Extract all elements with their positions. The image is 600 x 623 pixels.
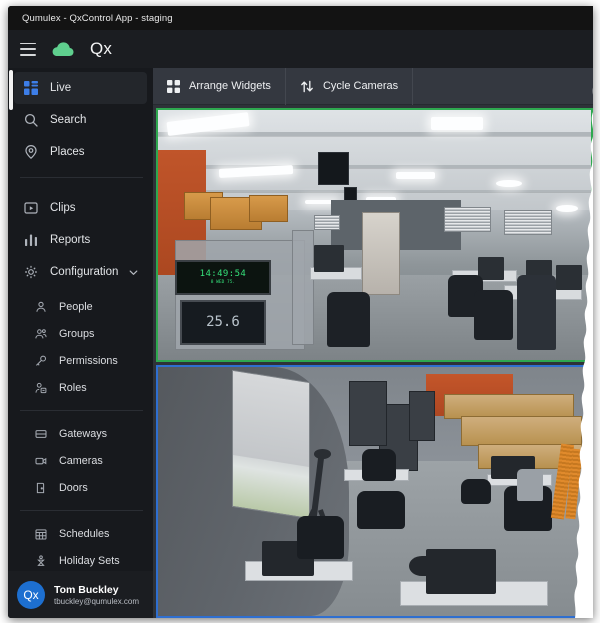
window-titlebar: Qumulex - QxControl App - staging — [8, 6, 593, 30]
sidebar-item-label: Schedules — [59, 527, 110, 540]
swap-arrows-icon — [300, 80, 314, 93]
key-icon — [34, 354, 48, 368]
wall-clock-display: 14:49:54 8 WED 75. — [175, 259, 271, 295]
search-icon — [22, 112, 39, 129]
sidebar-item-label: Live — [50, 82, 72, 94]
widget-toolbar: Arrange Widgets Cycle Cameras — [153, 67, 593, 105]
sidebar-item-search[interactable]: Search — [14, 104, 147, 136]
clip-play-icon — [22, 200, 39, 217]
cloud-icon[interactable] — [52, 41, 74, 57]
sidebar-item-label: Gateways — [59, 427, 108, 440]
sidebar-item-label: Clips — [50, 202, 76, 214]
role-badge-icon — [34, 381, 48, 395]
clock-time: 14:49:54 — [199, 269, 247, 280]
sidebar-item-live[interactable]: Live — [14, 72, 147, 104]
sidebar-item-label: Roles — [59, 381, 87, 394]
sidebar-item-reports[interactable]: Reports — [14, 224, 147, 256]
holiday-tree-icon — [34, 554, 48, 568]
window-title: Qumulex - QxControl App - staging — [22, 12, 173, 24]
sidebar-item-holiday-sets[interactable]: Holiday Sets — [28, 547, 147, 571]
sidebar-item-gateways[interactable]: Gateways — [28, 420, 147, 447]
camera-video-office-fisheye — [158, 366, 591, 616]
sidebar-item-places[interactable]: Places — [14, 136, 147, 168]
hamburger-menu-icon[interactable] — [20, 42, 36, 56]
sidebar-item-roles[interactable]: Roles — [28, 374, 147, 401]
body-split: Live Search Places Clips Reports Configu… — [8, 67, 593, 618]
sidebar-item-label: Permissions — [59, 354, 118, 367]
secondary-display-value: 25.6 — [206, 314, 240, 331]
arrange-widgets-label: Arrange Widgets — [189, 80, 271, 92]
sidebar-item-groups[interactable]: Groups — [28, 320, 147, 347]
app-header: Qx — [8, 30, 593, 68]
sidebar-item-configuration[interactable]: Configuration — [14, 256, 147, 288]
bar-chart-icon — [22, 232, 39, 249]
cycle-cameras-button[interactable]: Cycle Cameras — [286, 67, 414, 105]
gateway-icon — [34, 427, 48, 441]
sidebar-item-people[interactable]: People — [28, 293, 147, 320]
video-camera-icon — [34, 454, 48, 468]
cycle-cameras-label: Cycle Cameras — [322, 80, 399, 92]
sidebar-item-label: Search — [50, 114, 87, 126]
sidebar-item-label: Groups — [59, 327, 95, 340]
user-name: Tom Buckley — [54, 583, 119, 596]
user-profile[interactable]: Qx Tom Buckley tbuckley@qumulex.com — [8, 571, 153, 618]
sidebar-item-label: Configuration — [50, 266, 119, 278]
sidebar-item-doors[interactable]: Doors — [28, 474, 147, 501]
sidebar-scrollbar-thumb[interactable] — [9, 70, 13, 110]
sidebar-item-label: People — [59, 300, 93, 313]
location-pin-icon — [22, 144, 39, 161]
user-meta: Tom Buckley tbuckley@qumulex.com — [54, 584, 139, 606]
sidebar-item-schedules[interactable]: Schedules — [28, 520, 147, 547]
sidebar-divider — [20, 510, 143, 511]
camera-grid: 14:49:54 8 WED 75. 25.6 — [153, 105, 593, 618]
sidebar: Live Search Places Clips Reports Configu… — [8, 68, 153, 618]
secondary-display: 25.6 — [179, 299, 267, 345]
camera-widget-top[interactable]: 14:49:54 8 WED 75. 25.6 — [156, 108, 593, 362]
camera-widget-bottom[interactable] — [156, 364, 593, 618]
sidebar-item-label: Doors — [59, 481, 88, 494]
gear-icon — [22, 264, 39, 281]
main-content: Arrange Widgets Cycle Cameras 14:49:54 8… — [153, 67, 593, 618]
sidebar-item-permissions[interactable]: Permissions — [28, 347, 147, 374]
door-icon — [34, 481, 48, 495]
sidebar-item-label: Places — [50, 146, 85, 158]
sidebar-item-label: Holiday Sets — [59, 554, 120, 567]
sidebar-item-clips[interactable]: Clips — [14, 192, 147, 224]
application-window: Qumulex - QxControl App - staging Qx Liv… — [8, 6, 593, 618]
sidebar-divider — [20, 410, 143, 411]
calendar-icon — [34, 527, 48, 541]
sidebar-divider — [20, 177, 143, 178]
avatar: Qx — [17, 580, 45, 609]
grid-squares-icon — [167, 79, 180, 93]
people-group-icon — [34, 327, 48, 341]
brand-logo[interactable]: Qx — [90, 39, 112, 59]
arrange-widgets-button[interactable]: Arrange Widgets — [153, 67, 286, 105]
dashboard-icon — [22, 80, 39, 97]
sidebar-item-label: Cameras — [59, 454, 103, 467]
sidebar-item-cameras[interactable]: Cameras — [28, 447, 147, 474]
user-email: tbuckley@qumulex.com — [54, 596, 140, 606]
clock-subtext: 8 WED 75. — [210, 280, 236, 286]
person-icon — [34, 300, 48, 314]
sidebar-scroll-area[interactable]: Live Search Places Clips Reports Configu… — [8, 68, 153, 571]
camera-video-warehouse: 14:49:54 8 WED 75. 25.6 — [158, 110, 591, 360]
sidebar-item-label: Reports — [50, 234, 91, 246]
chevron-down-icon[interactable] — [128, 267, 139, 278]
